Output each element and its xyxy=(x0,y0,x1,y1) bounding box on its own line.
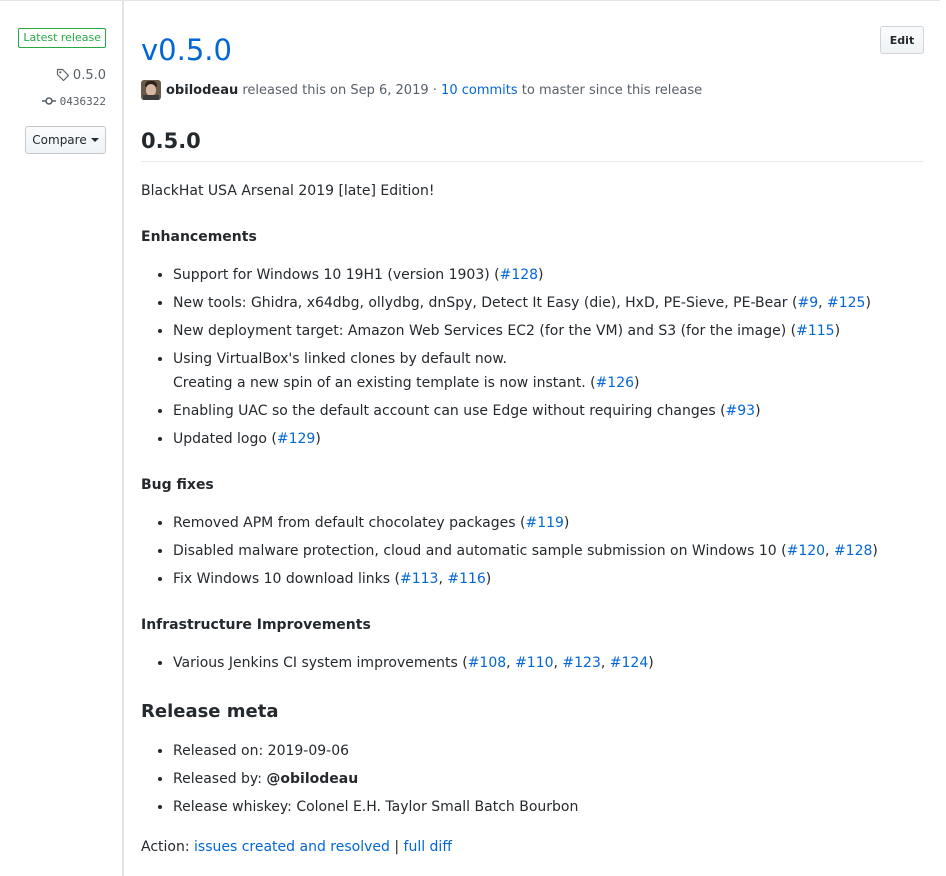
list-item: Updated logo (#129) xyxy=(173,427,871,451)
released-text: released this on xyxy=(242,82,347,98)
issue-link[interactable]: #119 xyxy=(525,515,563,531)
issue-link[interactable]: #110 xyxy=(515,655,553,671)
list-item: Enabling UAC so the default account can … xyxy=(173,399,871,423)
release-intro: BlackHat USA Arsenal 2019 [late] Edition… xyxy=(141,183,435,199)
latest-release-badge: Latest release xyxy=(18,28,106,48)
compare-button[interactable]: Compare xyxy=(25,126,106,154)
tag-name: 0.5.0 xyxy=(72,67,106,83)
action-separator: | xyxy=(394,839,400,855)
caret-down-icon xyxy=(90,138,99,142)
list-item: Released by: @obilodeau xyxy=(173,767,578,791)
released-by-user[interactable]: @obilodeau xyxy=(266,771,358,787)
list-item: Release whiskey: Colonel E.H. Taylor Sma… xyxy=(173,795,578,819)
release-sidebar: Latest release 0.5.0 0436322 Compare xyxy=(0,1,124,876)
issue-link[interactable]: #123 xyxy=(562,655,600,671)
list-item: Various Jenkins CI system improvements (… xyxy=(173,651,654,675)
tag-icon xyxy=(56,68,70,82)
edit-button[interactable]: Edit xyxy=(880,26,924,54)
list-item: Disabled malware protection, cloud and a… xyxy=(173,539,878,563)
issue-link[interactable]: #115 xyxy=(796,323,834,339)
issue-link[interactable]: #129 xyxy=(277,431,315,447)
bugfixes-heading: Bug fixes xyxy=(141,477,214,493)
commits-suffix: to master since this release xyxy=(521,82,703,98)
list-item: Support for Windows 10 19H1 (version 190… xyxy=(173,263,871,287)
issue-link[interactable]: #113 xyxy=(400,571,438,587)
commit-icon xyxy=(41,97,56,105)
infra-heading: Infrastructure Improvements xyxy=(141,617,371,633)
release-notes: 0.5.0 BlackHat USA Arsenal 2019 [late] E… xyxy=(141,124,924,855)
enhancements-heading: Enhancements xyxy=(141,229,257,245)
commits-link[interactable]: 10 commits xyxy=(441,83,518,98)
issue-link[interactable]: #128 xyxy=(500,267,538,283)
release-main: Edit v0.5.0 obilodeau released this on S… xyxy=(141,0,924,876)
full-diff-link[interactable]: full diff xyxy=(404,839,452,855)
issue-link[interactable]: #9 xyxy=(797,295,818,311)
bugfixes-list: Removed APM from default chocolatey pack… xyxy=(141,511,878,595)
issue-link[interactable]: #125 xyxy=(827,295,865,311)
issue-link[interactable]: #93 xyxy=(726,403,756,419)
release-byline: obilodeau released this on Sep 6, 2019 ·… xyxy=(141,79,702,101)
issue-link[interactable]: #116 xyxy=(447,571,485,587)
issue-link[interactable]: #128 xyxy=(834,543,872,559)
release-date: Sep 6, 2019 xyxy=(350,82,429,98)
list-item: New tools: Ghidra, x64dbg, ollydbg, dnSp… xyxy=(173,291,871,315)
list-item: Fix Windows 10 download links (#113, #11… xyxy=(173,567,878,591)
issues-link[interactable]: issues created and resolved xyxy=(194,839,390,855)
commit-sha: 0436322 xyxy=(59,94,106,108)
list-item: Using VirtualBox's linked clones by defa… xyxy=(173,347,871,395)
issue-link[interactable]: #124 xyxy=(610,655,648,671)
enhancements-list: Support for Windows 10 19H1 (version 190… xyxy=(141,263,871,455)
avatar[interactable] xyxy=(141,80,161,100)
release-heading: 0.5.0 xyxy=(141,124,924,162)
list-item: New deployment target: Amazon Web Servic… xyxy=(173,319,871,343)
tag-link[interactable]: 0.5.0 xyxy=(56,65,106,85)
release-meta-list: Released on: 2019-09-06 Released by: @ob… xyxy=(141,739,578,823)
compare-label: Compare xyxy=(32,133,87,147)
issue-link[interactable]: #120 xyxy=(787,543,825,559)
commit-link[interactable]: 0436322 xyxy=(41,92,106,110)
issue-link[interactable]: #126 xyxy=(596,375,634,391)
release-title[interactable]: v0.5.0 xyxy=(141,30,232,70)
issue-link[interactable]: #108 xyxy=(468,655,506,671)
release-page: Latest release 0.5.0 0436322 Compare Edi… xyxy=(0,0,946,876)
infra-list: Various Jenkins CI system improvements (… xyxy=(141,651,654,679)
list-item: Removed APM from default chocolatey pack… xyxy=(173,511,878,535)
release-meta-heading: Release meta xyxy=(141,701,279,722)
list-item: Released on: 2019-09-06 xyxy=(173,739,578,763)
action-line: Action: issues created and resolved | fu… xyxy=(141,839,452,855)
author-link[interactable]: obilodeau xyxy=(166,83,238,98)
